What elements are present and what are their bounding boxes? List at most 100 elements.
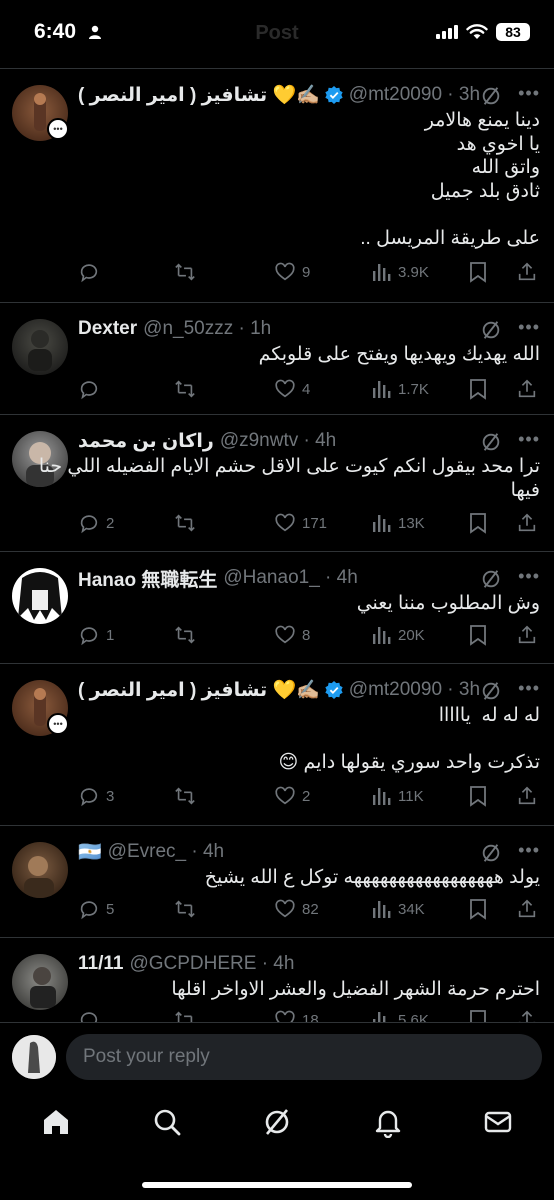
like-button[interactable]: 8	[274, 623, 310, 647]
battery-indicator: 83	[496, 23, 530, 41]
display-name[interactable]: تشافيز ( امير النصر ) 💛✍🏼	[78, 83, 320, 107]
like-button[interactable]: 4	[274, 377, 310, 401]
bookmark-icon	[470, 379, 486, 400]
search-icon[interactable]	[151, 1106, 183, 1138]
bookmark-icon	[470, 899, 486, 920]
status-indicators: 83	[436, 23, 530, 41]
handle-timestamp[interactable]: @Evrec_ · 4h	[108, 841, 224, 863]
home-icon[interactable]	[40, 1106, 72, 1138]
views-button[interactable]: 11K	[372, 784, 424, 808]
like-button[interactable]: 82	[274, 897, 319, 921]
tweet[interactable]: 🇦🇷 @Evrec_ · 4h ••• يولد ههههههههههههههه…	[0, 826, 554, 938]
handle-timestamp[interactable]: @mt20090 · 3h	[349, 84, 480, 106]
tweet[interactable]: Hanao 無職転生 @Hanao1_ · 4h ••• وش المطلوب …	[0, 552, 554, 664]
reply-button[interactable]: 5	[78, 897, 114, 921]
reply-button[interactable]: 1	[78, 623, 114, 647]
display-name[interactable]: Dexter	[78, 318, 137, 340]
handle-timestamp[interactable]: @n_50zzz · 1h	[143, 318, 271, 340]
repost-button[interactable]	[174, 784, 202, 808]
views-button[interactable]: 20K	[372, 623, 425, 647]
views-button[interactable]: 1.7K	[372, 377, 429, 401]
handle-timestamp[interactable]: @Hanao1_ · 4h	[223, 567, 357, 589]
tweet-actions: 1 8 20K	[78, 623, 540, 647]
more-options-icon[interactable]: •••	[518, 317, 540, 338]
more-options-icon[interactable]: •••	[518, 429, 540, 450]
like-button[interactable]: 18	[274, 1008, 319, 1023]
reply-button[interactable]	[78, 377, 106, 401]
grok-icon[interactable]	[480, 319, 502, 341]
replies-feed[interactable]: ••• تشافيز ( امير النصر ) 💛✍🏼 @mt20090 ·…	[0, 68, 554, 1023]
like-button[interactable]: 9	[274, 260, 310, 284]
bookmark-button[interactable]	[468, 511, 488, 535]
repost-button[interactable]	[174, 623, 202, 647]
bookmark-button[interactable]	[468, 377, 488, 401]
grok-icon[interactable]	[480, 680, 502, 702]
bookmark-button[interactable]	[468, 260, 488, 284]
bookmark-button[interactable]	[468, 897, 488, 921]
share-button[interactable]	[516, 260, 538, 284]
grok-icon[interactable]	[480, 568, 502, 590]
repost-button[interactable]	[174, 897, 202, 921]
views-button[interactable]: 3.9K	[372, 260, 429, 284]
repost-button[interactable]	[174, 260, 202, 284]
grok-icon[interactable]	[480, 431, 502, 453]
like-button[interactable]: 2	[274, 784, 310, 808]
share-button[interactable]	[516, 784, 538, 808]
tweet[interactable]: Dexter @n_50zzz · 1h ••• الله يهديك ويهد…	[0, 303, 554, 415]
more-options-icon[interactable]: •••	[518, 840, 540, 861]
avatar[interactable]	[12, 319, 68, 375]
views-button[interactable]: 13K	[372, 511, 425, 535]
avatar[interactable]	[12, 568, 68, 624]
repost-button[interactable]	[174, 1008, 202, 1023]
views-button[interactable]: 34K	[372, 897, 425, 921]
reply-input[interactable]: Post your reply	[66, 1034, 542, 1080]
grok-tab-icon[interactable]	[261, 1106, 293, 1138]
user-avatar[interactable]	[12, 1035, 56, 1079]
reply-icon	[80, 515, 98, 534]
handle-timestamp[interactable]: @mt20090 · 3h	[349, 679, 480, 701]
share-button[interactable]	[516, 897, 538, 921]
handle-timestamp[interactable]: @GCPDHERE · 4h	[129, 953, 294, 975]
more-options-icon[interactable]: •••	[518, 678, 540, 699]
reply-button[interactable]	[78, 1008, 106, 1023]
avatar[interactable]	[12, 954, 68, 1010]
tweet[interactable]: 11/11 @GCPDHERE · 4h احترم حرمة الشهر ال…	[0, 938, 554, 1023]
tweet[interactable]: راكان بن محمد @z9nwtv · 4h ••• ترا محد ب…	[0, 415, 554, 552]
display-name[interactable]: راكان بن محمد	[78, 430, 214, 453]
tweet[interactable]: ••• تشافيز ( امير النصر ) 💛✍🏼 @mt20090 ·…	[0, 69, 554, 303]
like-button[interactable]: 171	[274, 511, 327, 535]
share-button[interactable]	[516, 1008, 538, 1023]
reply-button[interactable]: 2	[78, 511, 114, 535]
handle-timestamp[interactable]: @z9nwtv · 4h	[220, 430, 336, 452]
grok-icon[interactable]	[480, 85, 502, 107]
share-button[interactable]	[516, 377, 538, 401]
display-name[interactable]: 11/11	[78, 953, 123, 975]
reply-button[interactable]: 3	[78, 784, 114, 808]
views-chart-icon	[373, 627, 391, 644]
heart-icon	[275, 379, 295, 398]
grok-icon[interactable]	[480, 842, 502, 864]
share-button[interactable]	[516, 511, 538, 535]
verified-badge-icon	[325, 681, 343, 699]
bookmark-button[interactable]	[468, 784, 488, 808]
more-options-icon[interactable]: •••	[518, 566, 540, 587]
messages-icon[interactable]	[482, 1106, 514, 1138]
share-icon	[518, 786, 536, 805]
share-button[interactable]	[516, 623, 538, 647]
focus-person-icon	[89, 25, 101, 39]
avatar[interactable]	[12, 842, 68, 898]
display-name[interactable]: 🇦🇷	[78, 840, 102, 864]
notifications-icon[interactable]	[372, 1106, 404, 1138]
more-options-icon[interactable]: •••	[518, 83, 540, 104]
tweet-text: الله يهديك ويهديها ويفتح على قلوبكم	[258, 344, 540, 365]
repost-button[interactable]	[174, 511, 202, 535]
bookmark-button[interactable]	[468, 623, 488, 647]
views-button[interactable]: 5.6K	[372, 1008, 429, 1023]
tweet[interactable]: ••• تشافيز ( امير النصر ) 💛✍🏼 @mt20090 ·…	[0, 664, 554, 826]
display-name[interactable]: Hanao 無職転生	[78, 565, 217, 592]
bookmark-button[interactable]	[468, 1008, 488, 1023]
reply-button[interactable]	[78, 260, 106, 284]
repost-button[interactable]	[174, 377, 202, 401]
display-name[interactable]: تشافيز ( امير النصر ) 💛✍🏼	[78, 678, 320, 702]
tweet-header: Dexter @n_50zzz · 1h	[78, 317, 540, 341]
